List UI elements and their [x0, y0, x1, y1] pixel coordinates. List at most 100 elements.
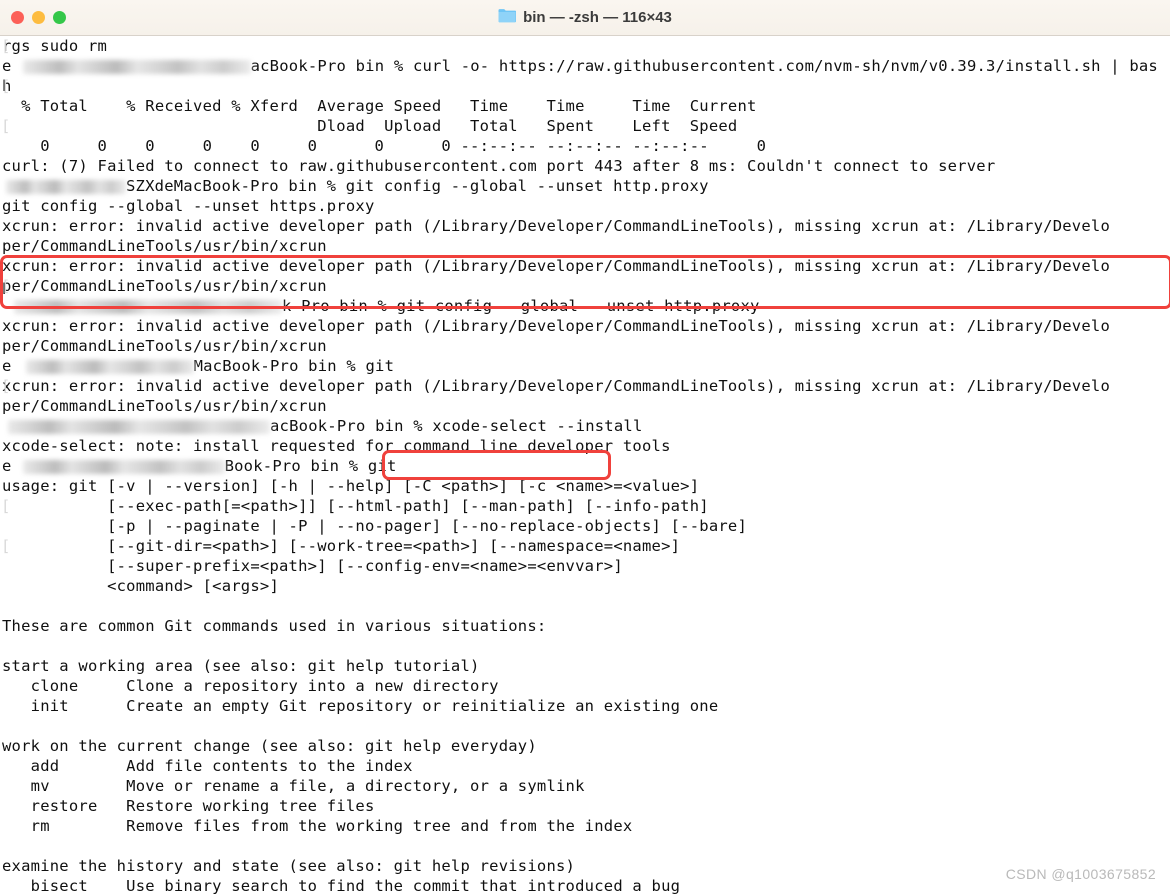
terminal-line-text: acBook-Pro bin % curl -o- https://raw.gi… — [250, 57, 1158, 75]
terminal-line-text: k-Pro bin % git config --global --unset … — [282, 297, 760, 315]
terminal-line-text: SZXdeMacBook-Pro bin % git config --glob… — [126, 177, 709, 195]
watermark: CSDN @q1003675852 — [1005, 866, 1156, 882]
terminal-line-text: xcrun: error: invalid active developer p… — [2, 317, 1111, 335]
minimize-button[interactable] — [32, 11, 45, 24]
terminal-line: [--exec-path[=<path>]] [--html-path] [--… — [0, 496, 1170, 516]
terminal-line-text: add Add file contents to the index — [2, 757, 413, 775]
redacted-username — [22, 60, 251, 74]
redacted-username — [14, 300, 282, 314]
title-bar: bin — -zsh — 116×43 — [0, 0, 1170, 36]
terminal-line: per/CommandLineTools/usr/bin/xcrun — [0, 336, 1170, 356]
terminal-line-text: curl: (7) Failed to connect to raw.githu… — [2, 157, 996, 175]
terminal-line-text: xcrun: error: invalid active developer p… — [2, 217, 1111, 235]
terminal-line-text: [--super-prefix=<path>] [--config-env=<n… — [2, 557, 623, 575]
terminal-line-text: acBook-Pro bin % xcode-select --install — [270, 417, 643, 435]
terminal-line-text: <command> [<args>] — [2, 577, 280, 595]
terminal-line-text: 0 0 0 0 0 0 0 0 --:--:-- --:--:-- --:--:… — [2, 137, 767, 155]
terminal-line: Dload Upload Total Spent Left Speed — [0, 116, 1170, 136]
terminal-line: xcrun: error: invalid active developer p… — [0, 216, 1170, 236]
terminal-line: per/CommandLineTools/usr/bin/xcrun — [0, 236, 1170, 256]
terminal-line-text: usage: git [-v | --version] [-h | --help… — [2, 477, 700, 495]
terminal-line: k-Pro bin % git config --global --unset … — [0, 296, 1170, 316]
title-bar-center: bin — -zsh — 116×43 — [0, 0, 1170, 35]
terminal-line: restore Restore working tree files — [0, 796, 1170, 816]
redacted-username — [22, 460, 225, 474]
terminal-line: init Create an empty Git repository or r… — [0, 696, 1170, 716]
terminal-line-text: [--git-dir=<path>] [--work-tree=<path>] … — [2, 537, 681, 555]
terminal-line: clone Clone a repository into a new dire… — [0, 676, 1170, 696]
terminal-line: curl: (7) Failed to connect to raw.githu… — [0, 156, 1170, 176]
terminal-line-text: bisect Use binary search to find the com… — [2, 877, 681, 894]
terminal-line-text: mv Move or rename a file, a directory, o… — [2, 777, 585, 795]
terminal-line-text: % Total % Received % Xferd Average Speed… — [2, 97, 757, 115]
terminal-line: examine the history and state (see also:… — [0, 856, 1170, 876]
terminal-line-text: MacBook-Pro bin % git — [193, 357, 395, 375]
terminal-line: acBook-Pro bin % xcode-select --install — [0, 416, 1170, 436]
terminal-line-text: git config --global --unset https.proxy — [2, 197, 375, 215]
terminal-line-text: [--exec-path[=<path>]] [--html-path] [--… — [2, 497, 709, 515]
terminal-line: e MacBook-Pro bin % git — [0, 356, 1170, 376]
terminal-line: % Total % Received % Xferd Average Speed… — [0, 96, 1170, 116]
terminal-line: xcrun: error: invalid active developer p… — [0, 256, 1170, 276]
terminal-line: rgs sudo rm — [0, 36, 1170, 56]
terminal-line: e Book-Pro bin % git — [0, 456, 1170, 476]
terminal-line: git config --global --unset https.proxy — [0, 196, 1170, 216]
terminal-line: usage: git [-v | --version] [-h | --help… — [0, 476, 1170, 496]
terminal-line: work on the current change (see also: gi… — [0, 736, 1170, 756]
traffic-light-group — [0, 11, 66, 24]
terminal-line-text: init Create an empty Git repository or r… — [2, 697, 719, 715]
terminal-line-text: per/CommandLineTools/usr/bin/xcrun — [2, 337, 327, 355]
terminal-line-text: per/CommandLineTools/usr/bin/xcrun — [2, 237, 327, 255]
terminal-line: xcrun: error: invalid active developer p… — [0, 376, 1170, 396]
redacted-username — [6, 180, 126, 194]
terminal-line-text: Book-Pro bin % git — [224, 457, 397, 475]
terminal-line: rm Remove files from the working tree an… — [0, 816, 1170, 836]
prompt-prefix: e — [2, 357, 12, 375]
prompt-prefix: e — [2, 57, 12, 75]
redacted-username — [8, 420, 270, 434]
terminal-line-text: xcrun: error: invalid active developer p… — [2, 257, 1111, 275]
terminal-line: mv Move or rename a file, a directory, o… — [0, 776, 1170, 796]
close-button[interactable] — [11, 11, 24, 24]
terminal-line: SZXdeMacBook-Pro bin % git config --glob… — [0, 176, 1170, 196]
folder-icon — [498, 8, 517, 27]
terminal-line: per/CommandLineTools/usr/bin/xcrun — [0, 396, 1170, 416]
zoom-button[interactable] — [53, 11, 66, 24]
terminal-line-text: per/CommandLineTools/usr/bin/xcrun — [2, 397, 327, 415]
terminal-window: bin — -zsh — 116×43 rgs sudo rm e acBook-P… — [0, 0, 1170, 894]
terminal-line-text: clone Clone a repository into a new dire… — [2, 677, 499, 695]
prompt-prefix: e — [2, 457, 12, 475]
terminal-output: rgs sudo rm e acBook-Pro bin % curl -o- ht… — [0, 36, 1170, 894]
terminal-line-text: rm Remove files from the working tree an… — [2, 817, 633, 835]
terminal-body[interactable]: rgs sudo rm e acBook-Pro bin % curl -o- ht… — [0, 36, 1170, 894]
window-title: bin — -zsh — 116×43 — [523, 9, 672, 26]
terminal-line-text: examine the history and state (see also:… — [2, 857, 576, 875]
terminal-line: add Add file contents to the index — [0, 756, 1170, 776]
terminal-line-text: [-p | --paginate | -P | --no-pager] [--n… — [2, 517, 748, 535]
terminal-line-text: Dload Upload Total Spent Left Speed — [2, 117, 738, 135]
terminal-line: h — [0, 76, 1170, 96]
terminal-line: [-p | --paginate | -P | --no-pager] [--n… — [0, 516, 1170, 536]
terminal-line: xcrun: error: invalid active developer p… — [0, 316, 1170, 336]
terminal-line-text: xcrun: error: invalid active developer p… — [2, 377, 1111, 395]
redacted-username — [25, 360, 194, 374]
terminal-line: [--git-dir=<path>] [--work-tree=<path>] … — [0, 536, 1170, 556]
terminal-line: 0 0 0 0 0 0 0 0 --:--:-- --:--:-- --:--:… — [0, 136, 1170, 156]
terminal-line-text: start a working area (see also: git help… — [2, 657, 480, 675]
terminal-line-text: These are common Git commands used in va… — [2, 617, 547, 635]
terminal-line: xcode-select: note: install requested fo… — [0, 436, 1170, 456]
terminal-line: These are common Git commands used in va… — [0, 616, 1170, 636]
terminal-line-text: work on the current change (see also: gi… — [2, 737, 537, 755]
terminal-line: per/CommandLineTools/usr/bin/xcrun — [0, 276, 1170, 296]
terminal-line-text: rgs sudo rm — [2, 37, 108, 55]
terminal-line: start a working area (see also: git help… — [0, 656, 1170, 676]
terminal-line: <command> [<args>] — [0, 576, 1170, 596]
terminal-line-text: h — [2, 77, 12, 95]
terminal-line-text: restore Restore working tree files — [2, 797, 375, 815]
terminal-line-text: xcode-select: note: install requested fo… — [2, 437, 671, 455]
terminal-line-text: per/CommandLineTools/usr/bin/xcrun — [2, 277, 327, 295]
